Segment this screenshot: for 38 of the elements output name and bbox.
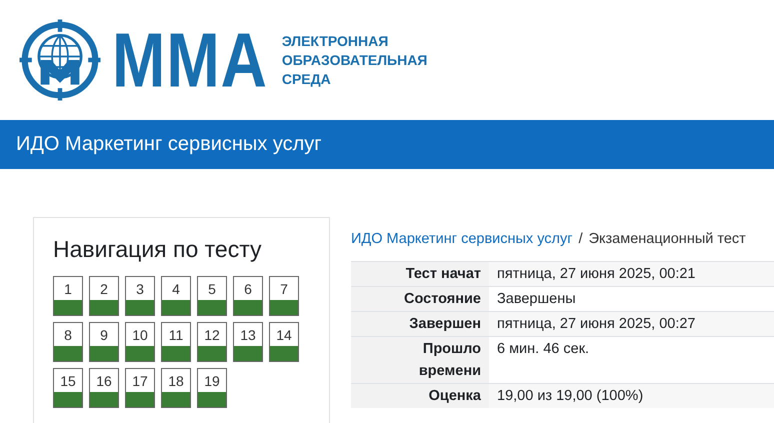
- question-button[interactable]: 19: [197, 368, 227, 408]
- question-button[interactable]: 18: [161, 368, 191, 408]
- logo-subtitle: ЭЛЕКТРОННАЯ: [282, 32, 390, 50]
- question-button[interactable]: 6: [233, 276, 263, 316]
- question-button[interactable]: 12: [197, 322, 227, 362]
- question-button[interactable]: 7: [269, 276, 299, 316]
- question-button[interactable]: 5: [197, 276, 227, 316]
- logo-text: ММА: [112, 22, 268, 98]
- summary-label: Состояние: [351, 286, 489, 312]
- summary-label: Завершен: [351, 312, 489, 336]
- question-button[interactable]: 2: [89, 276, 119, 316]
- breadcrumb-link[interactable]: ИДО Маркетинг сервисных услуг: [351, 231, 573, 247]
- panel-title: Навигация по тесту: [53, 236, 263, 263]
- course-title: ИДО Маркетинг сервисных услуг: [16, 133, 322, 156]
- summary-value: 19,00 из 19,00 (100%): [489, 384, 774, 408]
- question-button[interactable]: 13: [233, 322, 263, 362]
- summary-label: Прошло времени: [351, 336, 489, 384]
- question-button[interactable]: 15: [53, 368, 83, 408]
- logo-subtitle: СРЕДА: [282, 70, 332, 88]
- logo-subtitle: ОБРАЗОВАТЕЛЬНАЯ: [282, 50, 428, 70]
- summary-label: Тест начат: [351, 262, 489, 286]
- question-button[interactable]: 17: [125, 368, 155, 408]
- question-button[interactable]: 1: [53, 276, 83, 316]
- question-button[interactable]: 11: [161, 322, 191, 362]
- breadcrumb-separator: /: [578, 231, 583, 247]
- question-button[interactable]: 10: [125, 322, 155, 362]
- question-button[interactable]: 4: [161, 276, 191, 316]
- question-button[interactable]: 8: [53, 322, 83, 362]
- summary-value: 6 мин. 46 сек.: [489, 336, 774, 384]
- question-button[interactable]: 9: [89, 322, 119, 362]
- question-button[interactable]: 16: [89, 368, 119, 408]
- question-button[interactable]: 3: [125, 276, 155, 316]
- summary-label: Оценка: [351, 384, 489, 408]
- summary-value: Завершены: [489, 286, 774, 312]
- breadcrumb-current: Экзаменационный тест: [588, 231, 746, 247]
- summary-value: пятница, 27 июня 2025, 00:21: [489, 262, 774, 286]
- summary-value: пятница, 27 июня 2025, 00:27: [489, 312, 774, 336]
- question-button[interactable]: 14: [269, 322, 299, 362]
